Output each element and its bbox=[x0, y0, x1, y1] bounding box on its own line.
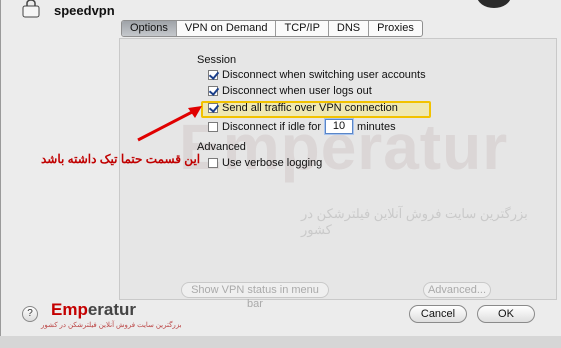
cancel-button[interactable]: Cancel bbox=[409, 305, 467, 323]
option-disconnect-logout[interactable]: Disconnect when user logs out bbox=[208, 85, 372, 97]
advanced-heading: Advanced bbox=[197, 141, 246, 153]
session-heading: Session bbox=[197, 54, 237, 66]
vpn-options-sheet: speedvpn Options VPN on Demand TCP/IP DN… bbox=[0, 0, 561, 337]
tab-vpn-on-demand[interactable]: VPN on Demand bbox=[177, 21, 277, 36]
avatar bbox=[477, 0, 511, 8]
option-label: Disconnect when user logs out bbox=[222, 85, 372, 97]
idle-minutes-field[interactable]: 10 bbox=[325, 119, 354, 134]
emperatur-logo: Emperatur bbox=[51, 300, 137, 319]
checkbox-unchecked[interactable] bbox=[208, 121, 218, 132]
emperatur-logo-subtitle: بزرگترین سایت فروش آنلاین فیلترشکن در کش… bbox=[41, 322, 182, 329]
tab-dns[interactable]: DNS bbox=[329, 21, 370, 36]
option-label: Disconnect if idle for bbox=[222, 120, 322, 133]
checkbox-checked[interactable] bbox=[208, 103, 218, 113]
option-label: Send all traffic over VPN connection bbox=[222, 102, 398, 114]
help-button[interactable]: ? bbox=[22, 306, 38, 322]
checkbox-unchecked[interactable] bbox=[208, 158, 218, 168]
option-disconnect-idle[interactable]: Disconnect if idle for 10 minutes bbox=[208, 119, 396, 134]
option-label: Disconnect when switching user accounts bbox=[222, 69, 426, 81]
watermark-subtext: بزرگترین سایت فروش آنلاین فیلترشکن در کش… bbox=[301, 206, 528, 237]
checkbox-checked[interactable] bbox=[208, 70, 218, 80]
show-vpn-status-button: Show VPN status in menu bar bbox=[181, 282, 329, 310]
option-disconnect-switching[interactable]: Disconnect when switching user accounts bbox=[208, 69, 426, 81]
tab-bar: Options VPN on Demand TCP/IP DNS Proxies bbox=[121, 20, 423, 37]
option-verbose-logging[interactable]: Use verbose logging bbox=[208, 157, 322, 169]
tab-tcp-ip[interactable]: TCP/IP bbox=[276, 21, 329, 36]
tab-options[interactable]: Options bbox=[122, 21, 177, 36]
sheet-header: speedvpn bbox=[1, 0, 561, 22]
ok-button[interactable]: OK bbox=[477, 305, 535, 323]
vpn-name: speedvpn bbox=[54, 3, 115, 18]
tab-proxies[interactable]: Proxies bbox=[369, 21, 422, 36]
vpn-lock-icon bbox=[22, 0, 40, 18]
advanced-button: Advanced... bbox=[423, 282, 491, 298]
checkbox-checked[interactable] bbox=[208, 86, 218, 96]
annotation-text: این قسمت حتما تیک داشته باشد bbox=[41, 152, 201, 166]
option-send-all-traffic[interactable]: Send all traffic over VPN connection bbox=[208, 102, 398, 114]
option-unit: minutes bbox=[357, 120, 396, 133]
option-label: Use verbose logging bbox=[222, 157, 323, 169]
background-footer bbox=[0, 336, 561, 348]
